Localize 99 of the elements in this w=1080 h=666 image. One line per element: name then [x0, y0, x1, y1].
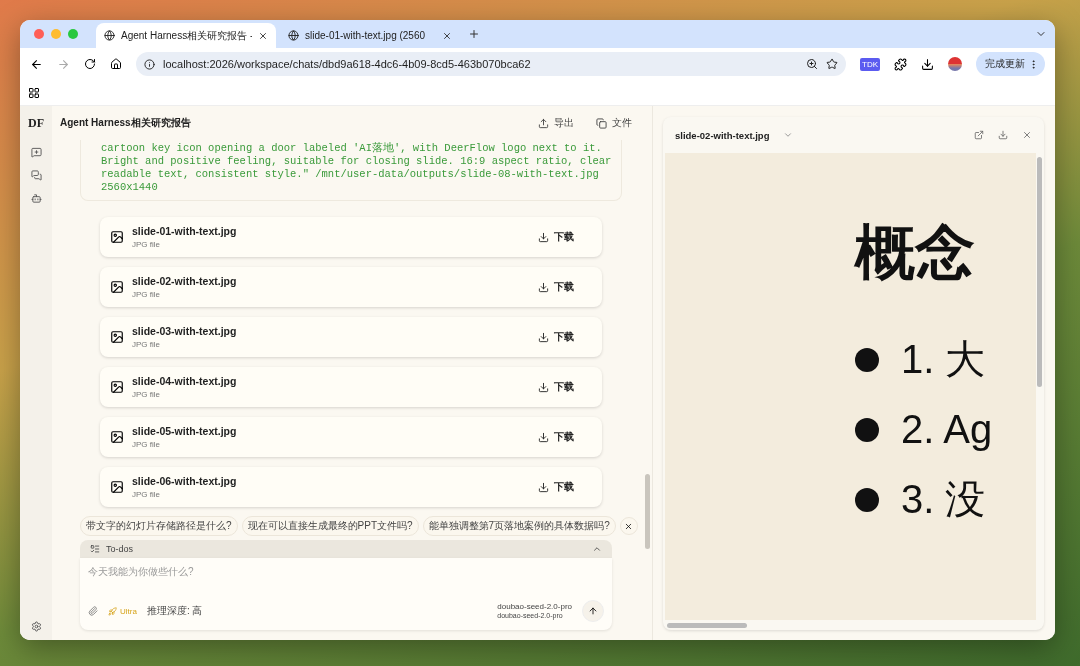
new-chat-icon[interactable] — [30, 147, 42, 158]
image-icon — [110, 280, 124, 294]
file-type: JPG file — [132, 440, 161, 449]
download-button[interactable]: 下载 — [538, 330, 574, 344]
scrollbar-thumb[interactable] — [645, 474, 650, 549]
code-line: cartoon key icon opening a door labeled 'AI落地', with DeerFlow logo next to it. — [101, 142, 603, 155]
code-line: Bright and positive feeling, suitable for closing slide. 16:9 aspect ratio, clear — [101, 155, 613, 168]
file-card[interactable]: slide-05-with-text.jpg JPG file 下载 — [100, 417, 602, 457]
image-icon — [110, 230, 124, 244]
image-icon — [110, 330, 124, 344]
new-tab-icon[interactable] — [468, 28, 480, 40]
file-card[interactable]: slide-02-with-text.jpg JPG file 下载 — [100, 267, 602, 307]
settings-icon[interactable] — [30, 621, 42, 632]
bullet-dot — [855, 347, 879, 372]
info-icon[interactable] — [144, 58, 155, 70]
file-type: JPG file — [132, 390, 161, 399]
message-input[interactable]: 今天我能为你做些什么? — [88, 566, 604, 577]
close-icon[interactable] — [442, 30, 452, 41]
file-card[interactable]: slide-06-with-text.jpg JPG file 下载 — [100, 467, 602, 507]
scrollbar-thumb[interactable] — [1037, 157, 1042, 387]
image-icon — [110, 430, 124, 444]
file-name: slide-04-with-text.jpg — [132, 375, 238, 387]
file-name: slide-05-with-text.jpg — [132, 425, 238, 437]
logo: DF — [28, 116, 44, 131]
forward-icon[interactable] — [57, 57, 70, 71]
todos-label: To-dos — [106, 544, 134, 554]
suggestion-chip[interactable]: 能单独调整第7页落地案例的具体数据吗? — [422, 516, 616, 536]
file-type: JPG file — [132, 490, 161, 499]
code-line: readable text, consistent style." /mnt/user-data/outputs/slide-08-with-text.jpg — [101, 168, 600, 181]
browser-tab[interactable]: Agent Harness相关研究报告 - — [96, 23, 276, 48]
code-line: 2560x1440 — [101, 181, 159, 194]
file-card[interactable]: slide-03-with-text.jpg JPG file 下载 — [100, 317, 602, 357]
chevron-up-icon[interactable] — [592, 544, 602, 554]
close-icon — [624, 521, 634, 531]
download-icon — [538, 231, 549, 243]
profile-avatar[interactable] — [948, 57, 962, 71]
download-button[interactable]: 下载 — [538, 380, 574, 394]
open-external-icon[interactable] — [974, 130, 984, 140]
header-button[interactable]: 文件 — [596, 116, 632, 130]
scrollbar-thumb[interactable] — [667, 623, 747, 628]
download-button[interactable]: 下载 — [538, 430, 574, 444]
suggestion-chip[interactable]: 现在可以直接生成最终的PPT文件吗? — [241, 516, 419, 536]
download-icon — [538, 431, 549, 443]
bookmark-star-icon[interactable] — [826, 58, 838, 70]
image-icon — [110, 380, 124, 394]
apps-icon[interactable] — [28, 86, 40, 99]
extension-badge[interactable]: TDK — [860, 57, 880, 71]
image-icon — [110, 480, 124, 494]
download-icon — [538, 281, 549, 293]
send-button[interactable] — [582, 600, 604, 622]
copy-icon — [596, 117, 607, 129]
header-button[interactable]: 导出 — [538, 116, 574, 130]
file-type: JPG file — [132, 240, 161, 249]
file-name: slide-02-with-text.jpg — [132, 275, 238, 287]
file-name: slide-03-with-text.jpg — [132, 325, 238, 337]
suggestion-chip[interactable]: 带文字的幻灯片存储路径是什么? — [80, 516, 238, 536]
download-icon[interactable] — [921, 57, 934, 71]
reasoning-depth: 推理深度: 高 — [146, 604, 204, 618]
slide-title: 概念 — [855, 218, 976, 288]
update-button[interactable]: 完成更新 — [976, 52, 1045, 76]
chat-title: Agent Harness相关研究报告 — [60, 116, 192, 130]
rocket-icon — [108, 606, 117, 616]
reload-icon[interactable] — [84, 58, 96, 70]
preview-file-name[interactable]: slide-02-with-text.jpg — [675, 129, 770, 141]
robot-icon[interactable] — [30, 193, 42, 204]
close-window-button[interactable] — [34, 29, 44, 39]
close-suggestions-button[interactable] — [619, 517, 638, 535]
home-icon[interactable] — [110, 58, 122, 70]
file-card[interactable]: slide-04-with-text.jpg JPG file 下载 — [100, 367, 602, 407]
file-card[interactable]: slide-01-with-text.jpg JPG file 下载 — [100, 217, 602, 257]
download-button[interactable]: 下载 — [538, 230, 574, 244]
chats-icon[interactable] — [30, 170, 42, 181]
close-icon[interactable] — [258, 30, 268, 41]
download-button[interactable]: 下载 — [538, 480, 574, 494]
file-name: slide-06-with-text.jpg — [132, 475, 238, 487]
download-icon — [538, 481, 549, 493]
download-button[interactable]: 下载 — [538, 280, 574, 294]
download-icon — [538, 381, 549, 393]
extensions-icon[interactable] — [894, 57, 907, 71]
globe-icon — [104, 30, 115, 41]
zoom-icon[interactable] — [806, 58, 818, 70]
slide-bullet: 2. Ag — [901, 407, 993, 452]
paperclip-icon[interactable] — [88, 606, 98, 616]
slide-bullet: 1. 大 — [901, 336, 986, 383]
download-icon — [538, 331, 549, 343]
globe-icon — [288, 30, 299, 41]
todos-bar[interactable]: To-dos — [80, 540, 612, 558]
arrow-up-icon — [588, 606, 598, 616]
bullet-dot — [855, 417, 879, 442]
back-icon[interactable] — [30, 57, 43, 71]
file-type: JPG file — [132, 290, 161, 299]
address-bar[interactable]: localhost:2026/workspace/chats/dbd9a618-4dc6-4b09-8cd5-463b070bca62 — [136, 52, 846, 76]
slide-bullet: 3. 没 — [901, 476, 986, 523]
bullet-dot — [855, 487, 879, 512]
browser-tab[interactable]: slide-01-with-text.jpg (2560 — [280, 23, 460, 48]
upload-icon — [538, 117, 549, 129]
checklist-icon — [90, 544, 100, 554]
file-name: slide-01-with-text.jpg — [132, 225, 238, 237]
file-type: JPG file — [132, 340, 161, 349]
